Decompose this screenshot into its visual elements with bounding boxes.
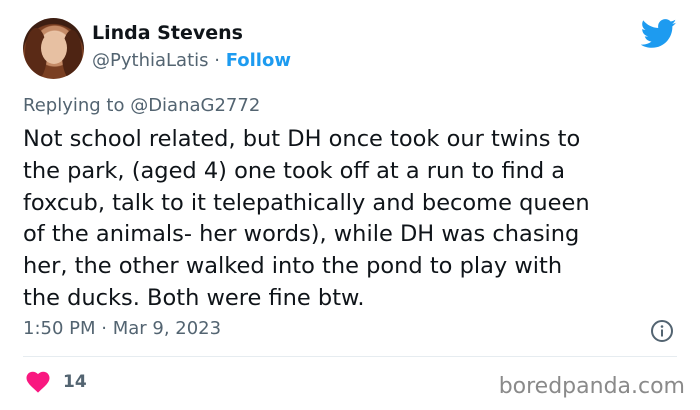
tweet-line: Not school related, but DH once took our… bbox=[23, 126, 581, 152]
author-name[interactable]: Linda Stevens bbox=[92, 20, 243, 46]
separator: · bbox=[214, 50, 220, 71]
tweet-line: the park, (aged 4) one took off at a run… bbox=[23, 157, 566, 184]
info-icon[interactable] bbox=[650, 319, 674, 343]
like-count[interactable]: 14 bbox=[63, 371, 87, 393]
tweet-line: foxcub, talk to it telepathically and be… bbox=[23, 189, 590, 216]
author-handle-row: @PythiaLatis · Follow bbox=[92, 49, 291, 73]
watermark: boredpanda.com bbox=[498, 374, 685, 399]
tweet-line: of the animals- her words), while DH was… bbox=[23, 221, 580, 248]
author-handle[interactable]: @PythiaLatis bbox=[92, 50, 209, 71]
tweet-card: Linda Stevens @PythiaLatis · Follow Repl… bbox=[0, 0, 700, 410]
avatar[interactable] bbox=[23, 18, 84, 79]
tweet-text: Not school related, but DH once took our… bbox=[23, 124, 683, 315]
follow-button[interactable]: Follow bbox=[226, 50, 291, 71]
divider bbox=[23, 356, 677, 357]
heart-icon[interactable] bbox=[26, 371, 50, 393]
tweet-line: the ducks. Both were fine btw. bbox=[23, 284, 365, 311]
replying-to[interactable]: Replying to @DianaG2772 bbox=[23, 94, 260, 118]
tweet-line: her, the other walked into the pond to p… bbox=[23, 253, 563, 280]
tweet-timestamp[interactable]: 1:50 PM · Mar 9, 2023 bbox=[23, 317, 221, 341]
twitter-bird-icon[interactable] bbox=[641, 19, 677, 49]
